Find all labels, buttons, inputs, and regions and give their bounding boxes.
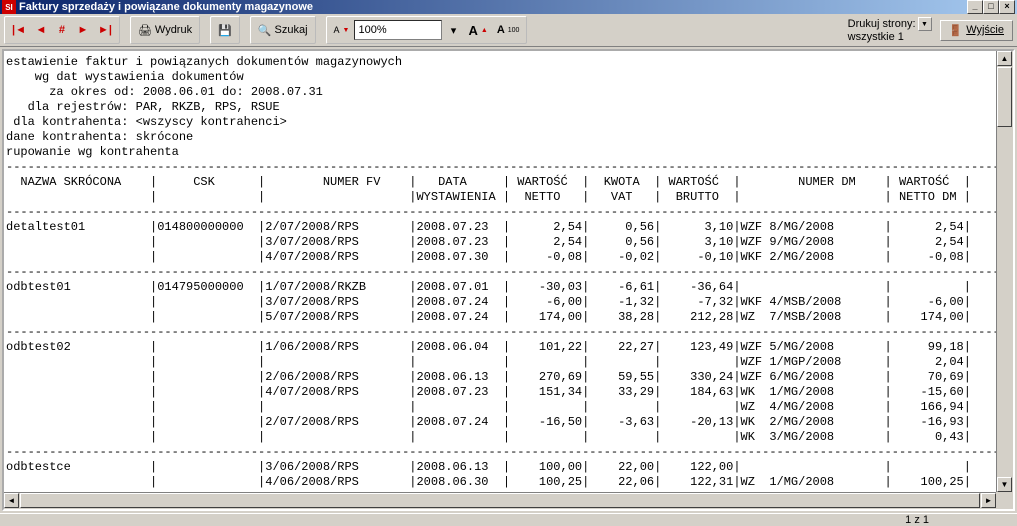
last-page-button[interactable]: ►| bbox=[94, 19, 116, 41]
report-text: estawienie faktur i powiązanych dokument… bbox=[4, 51, 1013, 509]
app-icon: SI bbox=[2, 0, 16, 14]
exit-button[interactable]: 🚪 Wyjście bbox=[940, 20, 1014, 41]
zoom-input[interactable] bbox=[354, 20, 442, 40]
statusbar: 1 z 1 bbox=[0, 513, 1017, 526]
print-pages-control: Drukuj strony: ▼ wszystkie 1 bbox=[848, 17, 932, 43]
scroll-right-button[interactable]: ► bbox=[981, 493, 996, 508]
scroll-corner bbox=[996, 492, 1013, 509]
next-page-button[interactable]: ► bbox=[73, 19, 93, 41]
app-window: SI Faktury sprzedaży i powiązane dokumen… bbox=[0, 0, 1017, 516]
exit-icon: 🚪 bbox=[949, 24, 963, 37]
scroll-up-button[interactable]: ▲ bbox=[997, 51, 1012, 66]
close-button[interactable]: × bbox=[999, 0, 1015, 14]
maximize-button[interactable]: □ bbox=[983, 0, 999, 14]
exit-label: Wyjście bbox=[966, 24, 1004, 36]
search-button[interactable]: 🔍 Szukaj bbox=[254, 19, 312, 41]
prev-page-button[interactable]: ◄ bbox=[31, 19, 51, 41]
content-area: estawienie faktur i powiązanych dokument… bbox=[2, 49, 1015, 511]
toolbar: |◄ ◄ # ► ►| 🖨 Wydruk 💾 🔍 Szukaj A▼ bbox=[0, 14, 1017, 47]
save-group: 💾 bbox=[210, 16, 240, 44]
save-button[interactable]: 💾 bbox=[214, 19, 236, 41]
first-page-button[interactable]: |◄ bbox=[8, 19, 30, 41]
zoom-dropdown-button[interactable]: ▾ bbox=[443, 19, 463, 41]
scroll-left-button[interactable]: ◄ bbox=[4, 493, 19, 508]
search-group: 🔍 Szukaj bbox=[250, 16, 316, 44]
magnifier-icon: 🔍 bbox=[258, 24, 272, 37]
zoom-100-button[interactable]: A100 bbox=[493, 19, 524, 41]
print-pages-dropdown[interactable]: ▼ bbox=[918, 17, 932, 31]
floppy-icon: 💾 bbox=[218, 24, 232, 37]
print-pages-label: Drukuj strony: bbox=[848, 18, 916, 30]
print-label: Wydruk bbox=[155, 24, 192, 36]
print-button[interactable]: 🖨 Wydruk bbox=[134, 19, 196, 41]
search-label: Szukaj bbox=[275, 24, 308, 36]
titlebar: SI Faktury sprzedaży i powiązane dokumen… bbox=[0, 0, 1017, 14]
vertical-scrollbar[interactable]: ▲ ▼ bbox=[996, 51, 1013, 492]
print-pages-value: wszystkie 1 bbox=[848, 31, 932, 43]
font-larger-button[interactable]: A▲ bbox=[464, 19, 491, 41]
zoom-group: A▼ ▾ A▲ A100 bbox=[326, 16, 528, 44]
page-number-button[interactable]: # bbox=[52, 19, 72, 41]
vertical-scroll-thumb[interactable] bbox=[997, 67, 1012, 127]
font-smaller-button[interactable]: A▼ bbox=[330, 19, 354, 41]
scroll-down-button[interactable]: ▼ bbox=[997, 477, 1012, 492]
window-title: Faktury sprzedaży i powiązane dokumenty … bbox=[19, 1, 967, 13]
horizontal-scrollbar[interactable]: ◄ ► bbox=[4, 492, 996, 509]
minimize-button[interactable]: _ bbox=[967, 0, 983, 14]
toolbar-right: Drukuj strony: ▼ wszystkie 1 🚪 Wyjście bbox=[848, 17, 1013, 43]
printer-icon: 🖨 bbox=[138, 24, 152, 37]
nav-group: |◄ ◄ # ► ►| bbox=[4, 16, 120, 44]
window-buttons: _ □ × bbox=[967, 0, 1015, 14]
horizontal-scroll-thumb[interactable] bbox=[20, 493, 980, 508]
print-group: 🖨 Wydruk bbox=[130, 16, 200, 44]
